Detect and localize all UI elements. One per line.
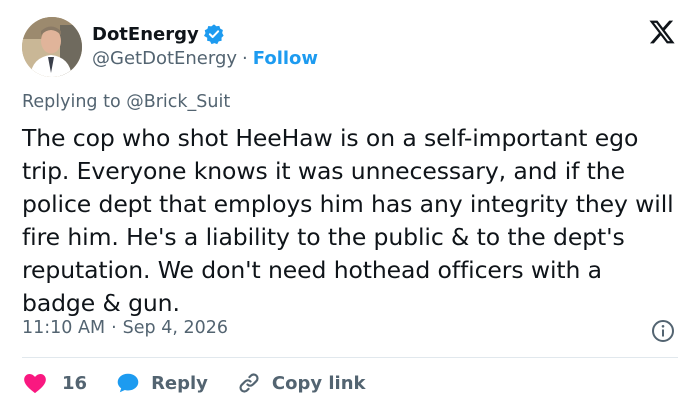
verified-badge-icon	[203, 23, 225, 45]
replying-handle-link[interactable]: @Brick_Suit	[126, 92, 230, 112]
divider	[22, 357, 678, 358]
info-icon[interactable]	[651, 319, 675, 343]
like-button[interactable]: 16	[22, 370, 87, 396]
author-handle-row: @GetDotEnergy · Follow	[92, 48, 318, 69]
follow-button[interactable]: Follow	[253, 48, 318, 69]
reply-button[interactable]: Reply	[115, 370, 208, 396]
x-logo-icon[interactable]	[648, 18, 676, 46]
copy-link-label: Copy link	[271, 372, 366, 394]
action-bar: 16 Reply Copy link	[22, 368, 394, 398]
reply-label: Reply	[151, 372, 208, 394]
speech-bubble-icon	[117, 373, 139, 393]
tweet-date: Sep 4, 2026	[122, 318, 228, 338]
tweet-card: DotEnergy @GetDotEnergy · Follow Replyin…	[0, 0, 700, 410]
author-handle[interactable]: @GetDotEnergy	[92, 48, 237, 69]
separator-dot: ·	[242, 48, 248, 69]
tweet-text: The cop who shot HeeHaw is on a self-imp…	[22, 124, 674, 317]
tweet-timestamp[interactable]: 11:10 AM · Sep 4, 2026	[22, 318, 228, 338]
like-count: 16	[62, 372, 88, 394]
author-display-name[interactable]: DotEnergy	[92, 24, 199, 45]
copy-link-button[interactable]: Copy link	[236, 370, 366, 396]
separator-dot: ·	[111, 318, 117, 338]
link-icon	[239, 373, 259, 393]
replying-prefix: Replying to	[22, 92, 127, 112]
avatar[interactable]	[22, 17, 82, 77]
heart-icon	[24, 374, 46, 394]
replying-to-line: Replying to @Brick_Suit	[22, 92, 230, 112]
author-name-row: DotEnergy	[92, 21, 225, 47]
tweet-time: 11:10 AM	[22, 318, 106, 338]
